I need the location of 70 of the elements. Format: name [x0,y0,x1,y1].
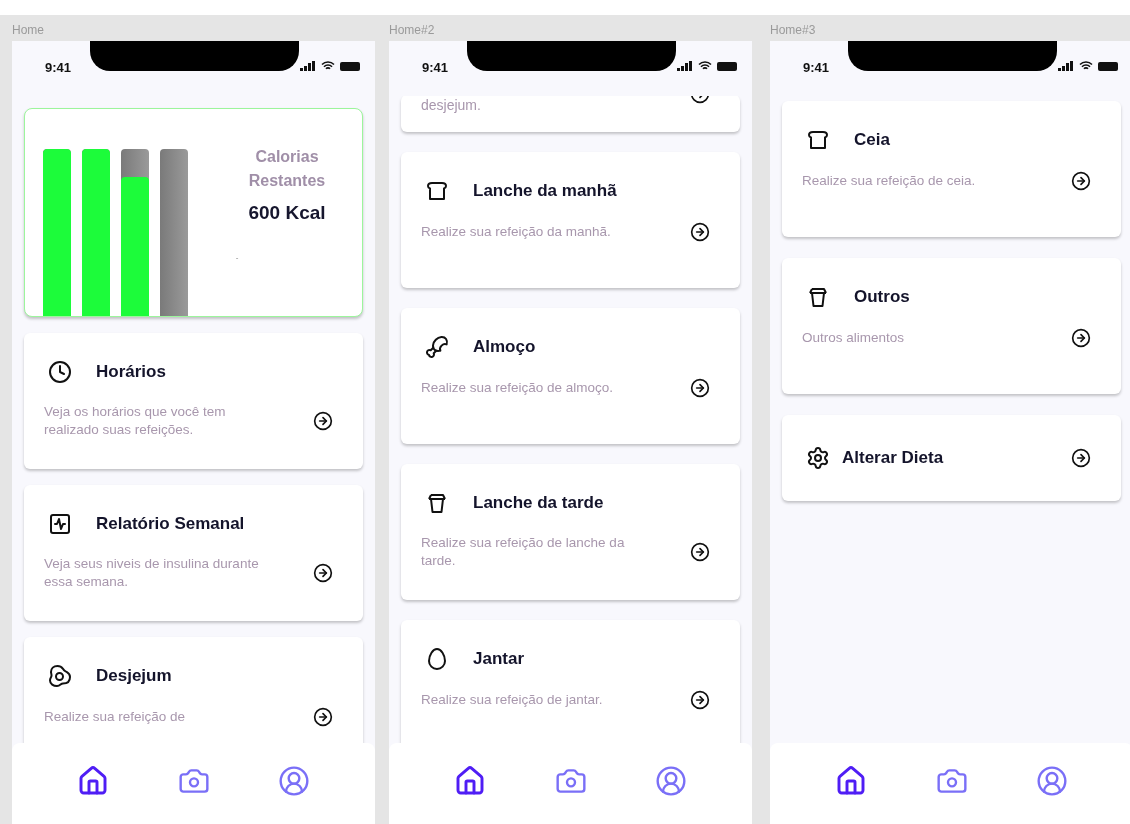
battery-icon [717,61,737,71]
menu-card[interactable]: Jantar Realize sua refeição de jantar. [401,620,740,743]
activity-chart-icon [48,511,72,536]
wifi-icon [321,61,335,71]
card-title: Lanche da manhã [473,180,617,202]
arrow-circle-icon[interactable] [690,541,710,562]
calories-value: 600 Kcal [248,201,326,225]
arrow-circle-icon[interactable] [1071,327,1091,348]
frame-label: Home [12,22,45,39]
home-icon[interactable] [77,764,109,797]
arrow-circle-icon[interactable] [313,410,333,431]
menu-card[interactable]: Relatório Semanal Veja seus niveis de insulina durante essa semana. [24,485,363,621]
egg-icon [425,646,449,671]
frame-label: Home#2 [389,22,436,39]
arrow-circle-icon[interactable] [1071,448,1091,468]
drumstick-icon [425,334,449,359]
menu-card[interactable]: Ceia Realize sua refeição de ceia. [782,101,1121,237]
calories-note: - [235,251,239,264]
arrow-circle-icon[interactable] [690,689,710,710]
card-description: Realize sua refeição da manhã. [421,222,611,241]
card-description: Realize sua refeição de jantar. [421,690,603,709]
card-title: Outros [854,286,910,308]
profile-icon[interactable] [278,764,310,797]
signal-icon [1058,61,1074,71]
arrow-circle-icon[interactable] [313,706,333,727]
profile-icon[interactable] [1036,764,1068,797]
calories-label: Calorias Restantes [247,147,327,191]
menu-card[interactable]: Outros Outros alimentos [782,258,1121,394]
card-description: Realize sua refeição de [44,707,186,726]
menu-card[interactable]: Alterar Dieta [782,415,1121,501]
frame-label: Home#3 [770,22,817,39]
card-description: Veja seus niveis de insulina durante essa semana. [44,554,259,591]
card-description: Realize sua refeição de ceia. [802,171,976,190]
card-title: Almoço [473,336,536,358]
battery-icon [1098,61,1118,71]
profile-icon[interactable] [655,764,687,797]
home-icon[interactable] [454,764,486,797]
battery-icon [340,61,360,71]
card-title: Lanche da tarde [473,492,604,514]
menu-card[interactable]: Almoço Realize sua refeição de almoço. [401,308,740,444]
status-time: 9:41 [422,59,449,77]
card-title: Alterar Dieta [842,447,944,470]
card-title: Desjejum [96,665,172,687]
signal-icon [677,61,693,71]
menu-card[interactable]: Horários Veja os horários que você tem realizado suas refeições. [24,333,363,469]
card-description: Realize sua refeição de almoço. [421,378,614,397]
home-icon[interactable] [835,764,867,797]
arrow-circle-icon[interactable] [690,221,710,242]
card-title: Jantar [473,648,525,670]
settings-icon [806,446,830,470]
menu-card[interactable]: Lanche da manhã Realize sua refeição da manhã. [401,152,740,288]
card-title: Horários [96,361,166,383]
signal-icon [300,61,316,71]
fried-egg-icon [48,663,72,688]
card-description: Outros alimentos [802,328,905,347]
card-description: Realize sua refeição de lanche da tarde. [421,533,626,570]
card-description: desjejum. [421,96,481,114]
card-title: Relatório Semanal [96,513,245,535]
arrow-circle-icon[interactable] [313,562,333,583]
status-time: 9:41 [45,59,72,77]
wifi-icon [698,61,712,71]
menu-card[interactable]: Desjejum Realize sua refeição de [24,637,363,743]
arrow-circle-icon[interactable] [1071,170,1091,191]
clock-icon [48,359,72,384]
card-description: Veja os horários que você tem realizado suas refeições. [44,402,227,439]
wifi-icon [1079,61,1093,71]
menu-card[interactable]: Lanche da tarde Realize sua refeição de lanche da tarde. [401,464,740,600]
card-title: Ceia [854,129,890,151]
status-time: 9:41 [803,59,830,77]
arrow-circle-icon[interactable] [690,377,710,398]
